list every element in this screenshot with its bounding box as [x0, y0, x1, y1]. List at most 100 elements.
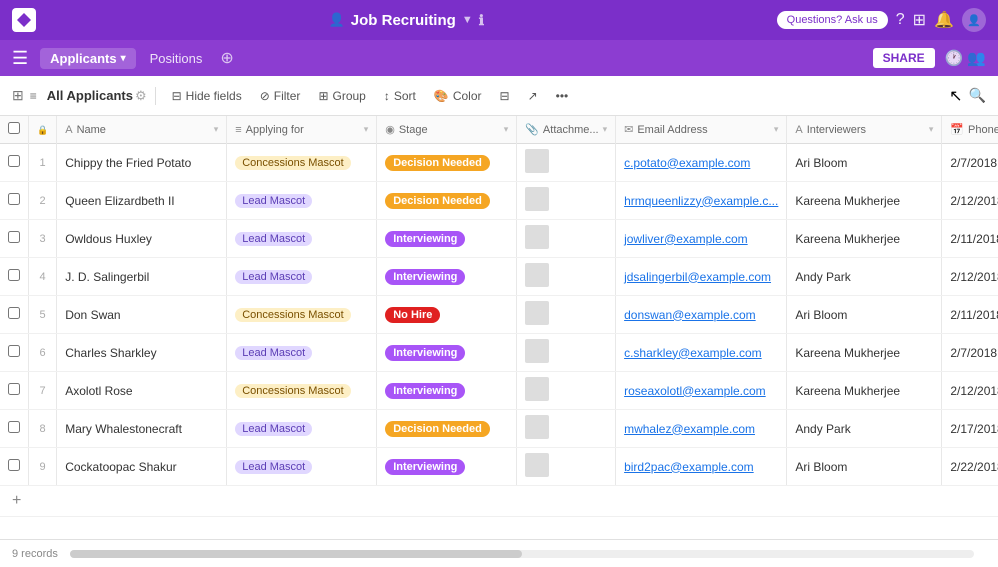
- help-icon[interactable]: ?: [896, 11, 905, 29]
- row-attachment[interactable]: [517, 220, 616, 258]
- row-applying[interactable]: Concessions Mascot: [227, 372, 377, 410]
- share-button[interactable]: SHARE: [873, 48, 935, 68]
- notify-icon[interactable]: 👥: [967, 49, 986, 67]
- table-row[interactable]: 7Axolotl RoseConcessions MascotInterview…: [0, 372, 998, 410]
- row-phone-date[interactable]: 2/12/2018: [942, 372, 998, 410]
- row-attachment[interactable]: [517, 258, 616, 296]
- table-row[interactable]: 1Chippy the Fried PotatoConcessions Masc…: [0, 144, 998, 182]
- row-applying[interactable]: Lead Mascot: [227, 448, 377, 486]
- row-interviewers[interactable]: Andy Park: [787, 410, 942, 448]
- row-checkbox[interactable]: [8, 383, 20, 395]
- history-icon[interactable]: 🕐: [945, 49, 964, 67]
- row-name[interactable]: Cockatoopac Shakur: [57, 448, 227, 486]
- row-checkbox[interactable]: [8, 307, 20, 319]
- row-interviewers[interactable]: Ari Bloom: [787, 144, 942, 182]
- bell-icon[interactable]: 🔔: [934, 10, 954, 30]
- row-attachment[interactable]: [517, 410, 616, 448]
- search-icon[interactable]: 🔍: [969, 87, 986, 104]
- filter-button[interactable]: ⊘ Filter: [252, 86, 309, 106]
- row-email[interactable]: donswan@example.com: [616, 296, 787, 334]
- add-row-button[interactable]: +: [0, 486, 998, 517]
- applicants-tab[interactable]: Applicants ▾: [40, 48, 136, 69]
- row-name[interactable]: Don Swan: [57, 296, 227, 334]
- ask-us-button[interactable]: Questions? Ask us: [777, 11, 888, 29]
- more-button[interactable]: •••: [548, 86, 577, 106]
- email-link[interactable]: bird2pac@example.com: [624, 460, 754, 474]
- table-row[interactable]: 9Cockatoopac ShakurLead MascotInterviewi…: [0, 448, 998, 486]
- add-tab-button[interactable]: ⊕: [220, 48, 233, 68]
- grid-icon[interactable]: ⊞: [913, 10, 926, 30]
- attach-header[interactable]: 📎 Attachme... ▾: [517, 116, 616, 144]
- row-email[interactable]: c.potato@example.com: [616, 144, 787, 182]
- table-row[interactable]: 8Mary WhalestonecraftLead MascotDecision…: [0, 410, 998, 448]
- row-checkbox[interactable]: [8, 421, 20, 433]
- row-phone-date[interactable]: 2/11/2018: [942, 296, 998, 334]
- horizontal-scrollbar[interactable]: [70, 550, 974, 558]
- add-row[interactable]: +: [0, 486, 998, 517]
- group-button[interactable]: ⊞ Group: [310, 86, 373, 106]
- row-phone-date[interactable]: 2/12/2018: [942, 182, 998, 220]
- row-applying[interactable]: Concessions Mascot: [227, 144, 377, 182]
- positions-tab[interactable]: Positions: [140, 48, 213, 69]
- row-stage[interactable]: Decision Needed: [377, 144, 517, 182]
- select-all-checkbox[interactable]: [8, 122, 20, 134]
- row-phone-date[interactable]: 2/11/2018: [942, 220, 998, 258]
- row-applying[interactable]: Lead Mascot: [227, 220, 377, 258]
- row-stage[interactable]: Decision Needed: [377, 182, 517, 220]
- row-checkbox[interactable]: [8, 193, 20, 205]
- row-checkbox[interactable]: [8, 231, 20, 243]
- phone-date-header[interactable]: 📅 Phone Screen Date ▾: [942, 116, 998, 144]
- row-stage[interactable]: Interviewing: [377, 334, 517, 372]
- sort-button[interactable]: ↕ Sort: [376, 86, 424, 106]
- row-checkbox[interactable]: [8, 269, 20, 281]
- row-email[interactable]: jdsalingerbil@example.com: [616, 258, 787, 296]
- hide-fields-button[interactable]: ⊟ Hide fields: [164, 86, 250, 106]
- expand-button[interactable]: ↗: [520, 86, 546, 106]
- row-phone-date[interactable]: 2/17/2018: [942, 410, 998, 448]
- email-link[interactable]: hrmqueenlizzy@example.c...: [624, 194, 778, 208]
- row-stage[interactable]: Interviewing: [377, 220, 517, 258]
- row-attachment[interactable]: [517, 334, 616, 372]
- row-checkbox[interactable]: [8, 155, 20, 167]
- all-applicants-label[interactable]: All Applicants: [47, 88, 133, 103]
- name-header[interactable]: A Name ▾: [57, 116, 227, 144]
- row-phone-date[interactable]: 2/22/2018: [942, 448, 998, 486]
- row-attachment[interactable]: [517, 144, 616, 182]
- row-attachment[interactable]: [517, 372, 616, 410]
- row-stage[interactable]: Interviewing: [377, 258, 517, 296]
- row-interviewers[interactable]: Ari Bloom: [787, 448, 942, 486]
- row-interviewers[interactable]: Kareena Mukherjee: [787, 182, 942, 220]
- row-phone-date[interactable]: 2/7/2018: [942, 334, 998, 372]
- row-applying[interactable]: Lead Mascot: [227, 334, 377, 372]
- email-header[interactable]: ✉ Email Address ▾: [616, 116, 787, 144]
- row-checkbox[interactable]: [8, 345, 20, 357]
- interviewers-header[interactable]: A Interviewers ▾: [787, 116, 942, 144]
- row-height-button[interactable]: ⊟: [492, 86, 518, 106]
- view-settings-icon[interactable]: ⚙: [135, 88, 147, 104]
- grid-view-icon[interactable]: ⊞: [12, 87, 24, 104]
- table-row[interactable]: 6Charles SharkleyLead MascotInterviewing…: [0, 334, 998, 372]
- row-name[interactable]: Axolotl Rose: [57, 372, 227, 410]
- color-button[interactable]: 🎨 Color: [426, 86, 490, 106]
- row-interviewers[interactable]: Kareena Mukherjee: [787, 220, 942, 258]
- email-link[interactable]: jowliver@example.com: [624, 232, 748, 246]
- row-phone-date[interactable]: 2/7/2018: [942, 144, 998, 182]
- email-link[interactable]: c.potato@example.com: [624, 156, 750, 170]
- row-attachment[interactable]: [517, 448, 616, 486]
- table-row[interactable]: 3Owldous HuxleyLead MascotInterviewingjo…: [0, 220, 998, 258]
- email-link[interactable]: roseaxolotl@example.com: [624, 384, 766, 398]
- row-email[interactable]: c.sharkley@example.com: [616, 334, 787, 372]
- row-name[interactable]: Mary Whalestonecraft: [57, 410, 227, 448]
- table-row[interactable]: 4J. D. SalingerbilLead MascotInterviewin…: [0, 258, 998, 296]
- title-caret[interactable]: ▼: [462, 14, 473, 26]
- row-email[interactable]: mwhalez@example.com: [616, 410, 787, 448]
- row-checkbox[interactable]: [8, 459, 20, 471]
- email-link[interactable]: mwhalez@example.com: [624, 422, 755, 436]
- row-stage[interactable]: Interviewing: [377, 448, 517, 486]
- row-stage[interactable]: Decision Needed: [377, 410, 517, 448]
- row-name[interactable]: Owldous Huxley: [57, 220, 227, 258]
- row-interviewers[interactable]: Kareena Mukherjee: [787, 372, 942, 410]
- row-attachment[interactable]: [517, 182, 616, 220]
- email-link[interactable]: c.sharkley@example.com: [624, 346, 762, 360]
- row-interviewers[interactable]: Andy Park: [787, 258, 942, 296]
